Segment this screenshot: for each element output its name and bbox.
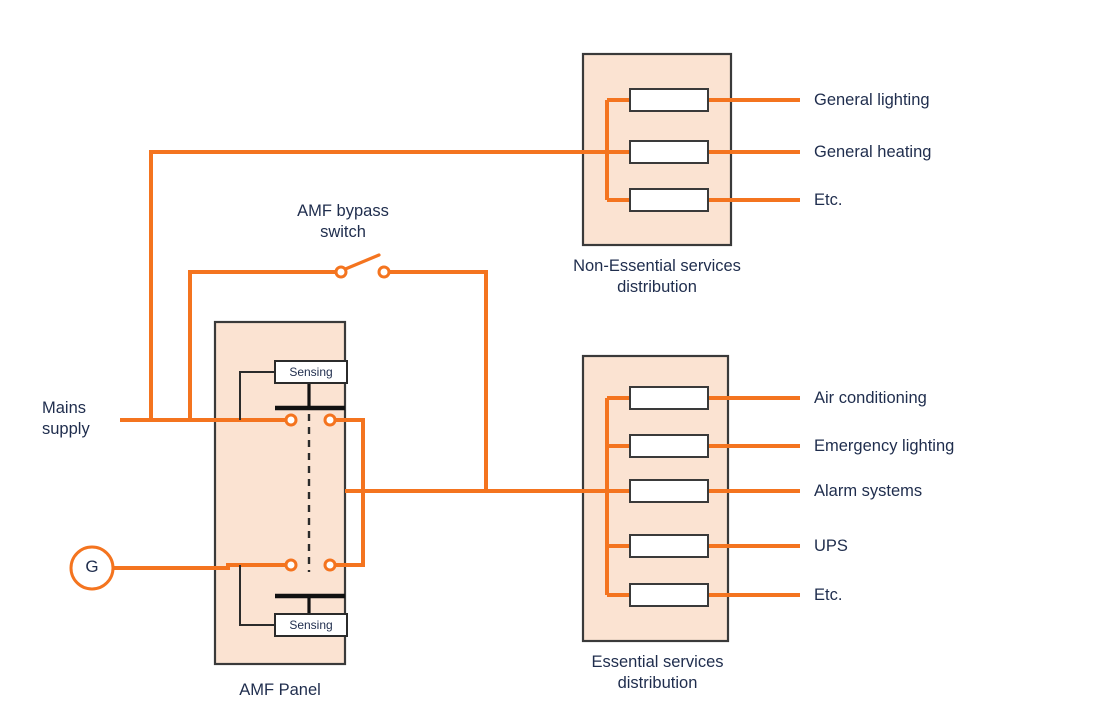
bypass-terminal-left	[334, 265, 348, 279]
essential-output-label-3: UPS	[814, 537, 848, 555]
non-essential-distribution-label-line2: distribution	[617, 278, 697, 296]
non-essential-output-label-0: General lighting	[814, 91, 930, 109]
non-essential-output-label-2: Etc.	[814, 191, 843, 209]
non-essential-output-label-1: General heating	[814, 143, 932, 161]
essential-output-label-2: Alarm systems	[814, 482, 923, 500]
essential-output-label-0: Air conditioning	[814, 389, 927, 407]
amf-panel-label: AMF Panel	[239, 681, 321, 699]
bypass-switch-label-line1: AMF bypass	[297, 202, 389, 220]
non-essential-distribution-label-line1: Non-Essential services	[573, 257, 741, 275]
amf-terminal-gen-out	[323, 558, 337, 572]
wire-bypass-right-to-essential	[386, 270, 488, 491]
sensing-box-bottom-label: Sensing	[289, 618, 333, 632]
fuse-essential-2	[629, 479, 709, 503]
amf-terminal-mains-out	[323, 413, 337, 427]
amf-terminal-mains-in	[284, 413, 298, 427]
bypass-terminal-right	[377, 265, 391, 279]
generator-symbol-letter: G	[85, 557, 99, 576]
diagram-canvas: G Mains supply AMF bypass switch AMF Pan…	[0, 0, 1093, 724]
mains-supply-label-line2: supply	[42, 420, 90, 438]
bypass-switch-label-line2: switch	[320, 223, 366, 241]
fuse-non-essential-1	[629, 140, 709, 164]
amf-terminal-gen-in	[284, 558, 298, 572]
essential-distribution-label-line1: Essential services	[591, 653, 724, 671]
fuse-essential-0	[629, 386, 709, 410]
fuse-non-essential-0	[629, 88, 709, 112]
essential-output-label-4: Etc.	[814, 586, 843, 604]
essential-output-label-1: Emergency lighting	[814, 437, 955, 455]
fuse-essential-1	[629, 434, 709, 458]
sensing-box-top-label: Sensing	[289, 365, 333, 379]
bypass-switch-blade	[341, 253, 381, 272]
mains-supply-label-line1: Mains	[42, 399, 87, 417]
fuse-essential-3	[629, 534, 709, 558]
essential-distribution-label-line2: distribution	[617, 674, 698, 692]
fuse-essential-4	[629, 583, 709, 607]
fuse-non-essential-2	[629, 188, 709, 212]
